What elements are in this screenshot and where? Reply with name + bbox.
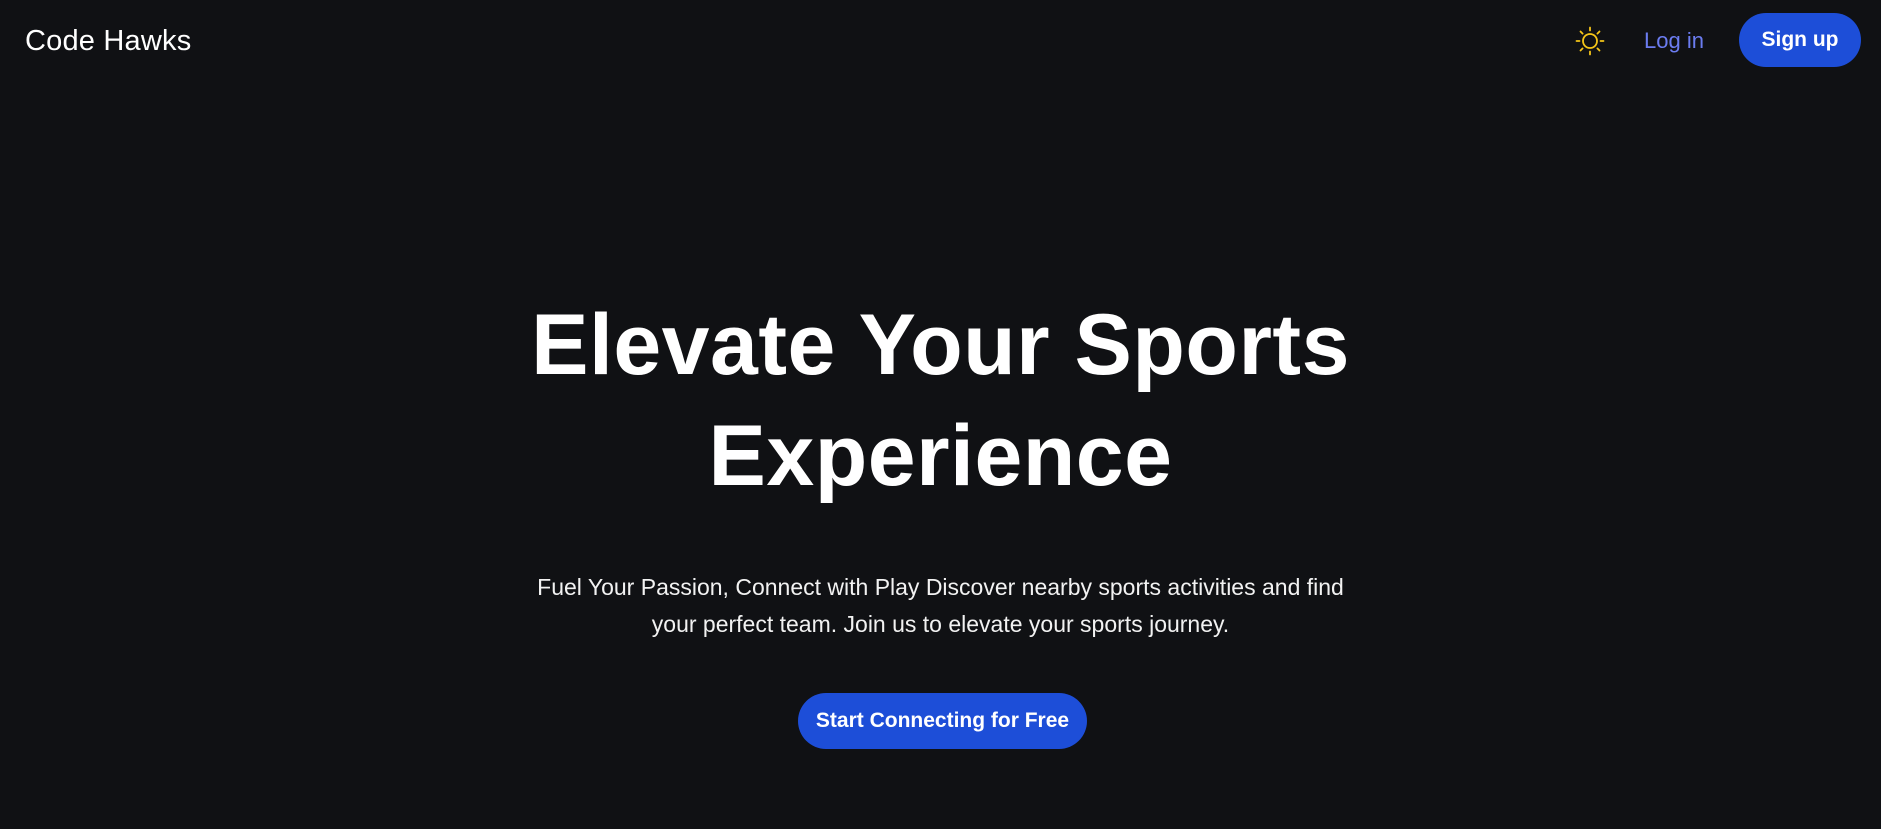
landing-page: Code Hawks Log in Sign up Elevate Your S… [0, 0, 1881, 829]
theme-toggle-button[interactable] [1572, 23, 1608, 59]
sun-icon [1575, 26, 1605, 56]
brand-logo[interactable]: Code Hawks [25, 23, 191, 59]
signup-button[interactable]: Sign up [1739, 13, 1861, 67]
start-connecting-button[interactable]: Start Connecting for Free [798, 693, 1087, 749]
hero-title: Elevate Your Sports Experience [531, 297, 1350, 504]
hero-subtitle: Fuel Your Passion, Connect with Play Dis… [537, 574, 1344, 637]
top-nav: Code Hawks Log in Sign up [0, 0, 1881, 82]
login-link[interactable]: Log in [1644, 26, 1704, 56]
